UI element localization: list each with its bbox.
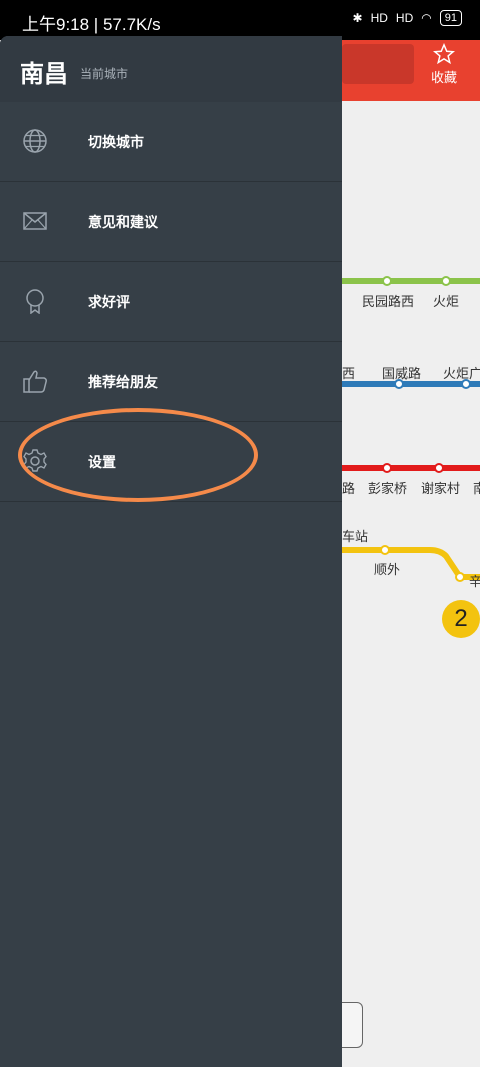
menu-item-rate[interactable]: 求好评 bbox=[0, 262, 342, 342]
current-city-caption: 当前城市 bbox=[80, 67, 129, 81]
map-control-button[interactable] bbox=[342, 1002, 363, 1048]
menu-item-recommend[interactable]: 推荐给朋友 bbox=[0, 342, 342, 422]
station-label[interactable]: 国威路 bbox=[382, 363, 421, 382]
station-label[interactable]: 火炬 bbox=[433, 291, 459, 310]
bluetooth-icon: ✱ bbox=[352, 11, 363, 25]
thumbs-up-icon bbox=[23, 370, 47, 393]
station-dot bbox=[382, 463, 392, 473]
mail-icon bbox=[23, 212, 47, 230]
gear-icon bbox=[23, 449, 47, 472]
station-label[interactable]: 车站 bbox=[342, 526, 368, 545]
station-dot bbox=[380, 545, 390, 555]
battery-indicator: 91 bbox=[439, 10, 462, 26]
signal-icon-2: HD bbox=[395, 11, 414, 25]
menu-item-label: 推荐给朋友 bbox=[88, 374, 158, 390]
menu-item-settings[interactable]: 设置 bbox=[0, 422, 342, 502]
station-label[interactable]: 西 bbox=[342, 363, 355, 382]
drawer-header: 南昌 当前城市 bbox=[0, 36, 342, 102]
status-time-speed: 上午9:18 | 57.7K/s bbox=[22, 15, 161, 34]
station-dot bbox=[455, 572, 465, 582]
menu-item-switch-city[interactable]: 切换城市 bbox=[0, 102, 342, 182]
menu-item-label: 意见和建议 bbox=[88, 214, 158, 230]
metro-map[interactable]: 收藏 民园路西 火炬 西 国威路 火炬广 路 彭家桥 谢家村 南 车站 顺外 辛… bbox=[342, 40, 480, 1067]
status-icons: ✱ HD HD ◠ 91 bbox=[353, 10, 462, 26]
status-bar: 上午9:18 | 57.7K/s ✱ HD HD ◠ 91 bbox=[0, 0, 480, 40]
station-dot bbox=[441, 276, 451, 286]
metro-lines bbox=[342, 276, 480, 582]
station-label[interactable]: 路 bbox=[342, 478, 355, 497]
signal-icon-1: HD bbox=[370, 11, 388, 25]
menu-item-feedback[interactable]: 意见和建议 bbox=[0, 182, 342, 262]
station-label[interactable]: 南 bbox=[473, 478, 480, 497]
line-number-badge[interactable]: 2 bbox=[442, 600, 480, 638]
station-dot bbox=[434, 463, 444, 473]
station-label[interactable]: 顺外 bbox=[374, 559, 400, 578]
award-icon bbox=[26, 289, 44, 314]
menu-item-label: 切换城市 bbox=[88, 134, 144, 150]
menu-item-label: 求好评 bbox=[88, 294, 130, 310]
station-dot bbox=[382, 276, 392, 286]
globe-icon bbox=[23, 129, 47, 153]
station-label[interactable]: 辛 bbox=[469, 571, 480, 590]
station-label[interactable]: 民园路西 bbox=[362, 291, 414, 310]
menu-item-label: 设置 bbox=[88, 454, 116, 470]
current-city-name[interactable]: 南昌 bbox=[20, 54, 68, 89]
station-label[interactable]: 彭家桥 bbox=[368, 478, 407, 497]
station-label[interactable]: 谢家村 bbox=[421, 478, 460, 497]
navigation-drawer: 南昌 当前城市 切换城市 意见和建议 求好评 推荐给朋友 设置 bbox=[0, 36, 342, 1067]
wifi-icon: ◠ bbox=[421, 11, 432, 25]
station-label[interactable]: 火炬广 bbox=[443, 363, 480, 382]
